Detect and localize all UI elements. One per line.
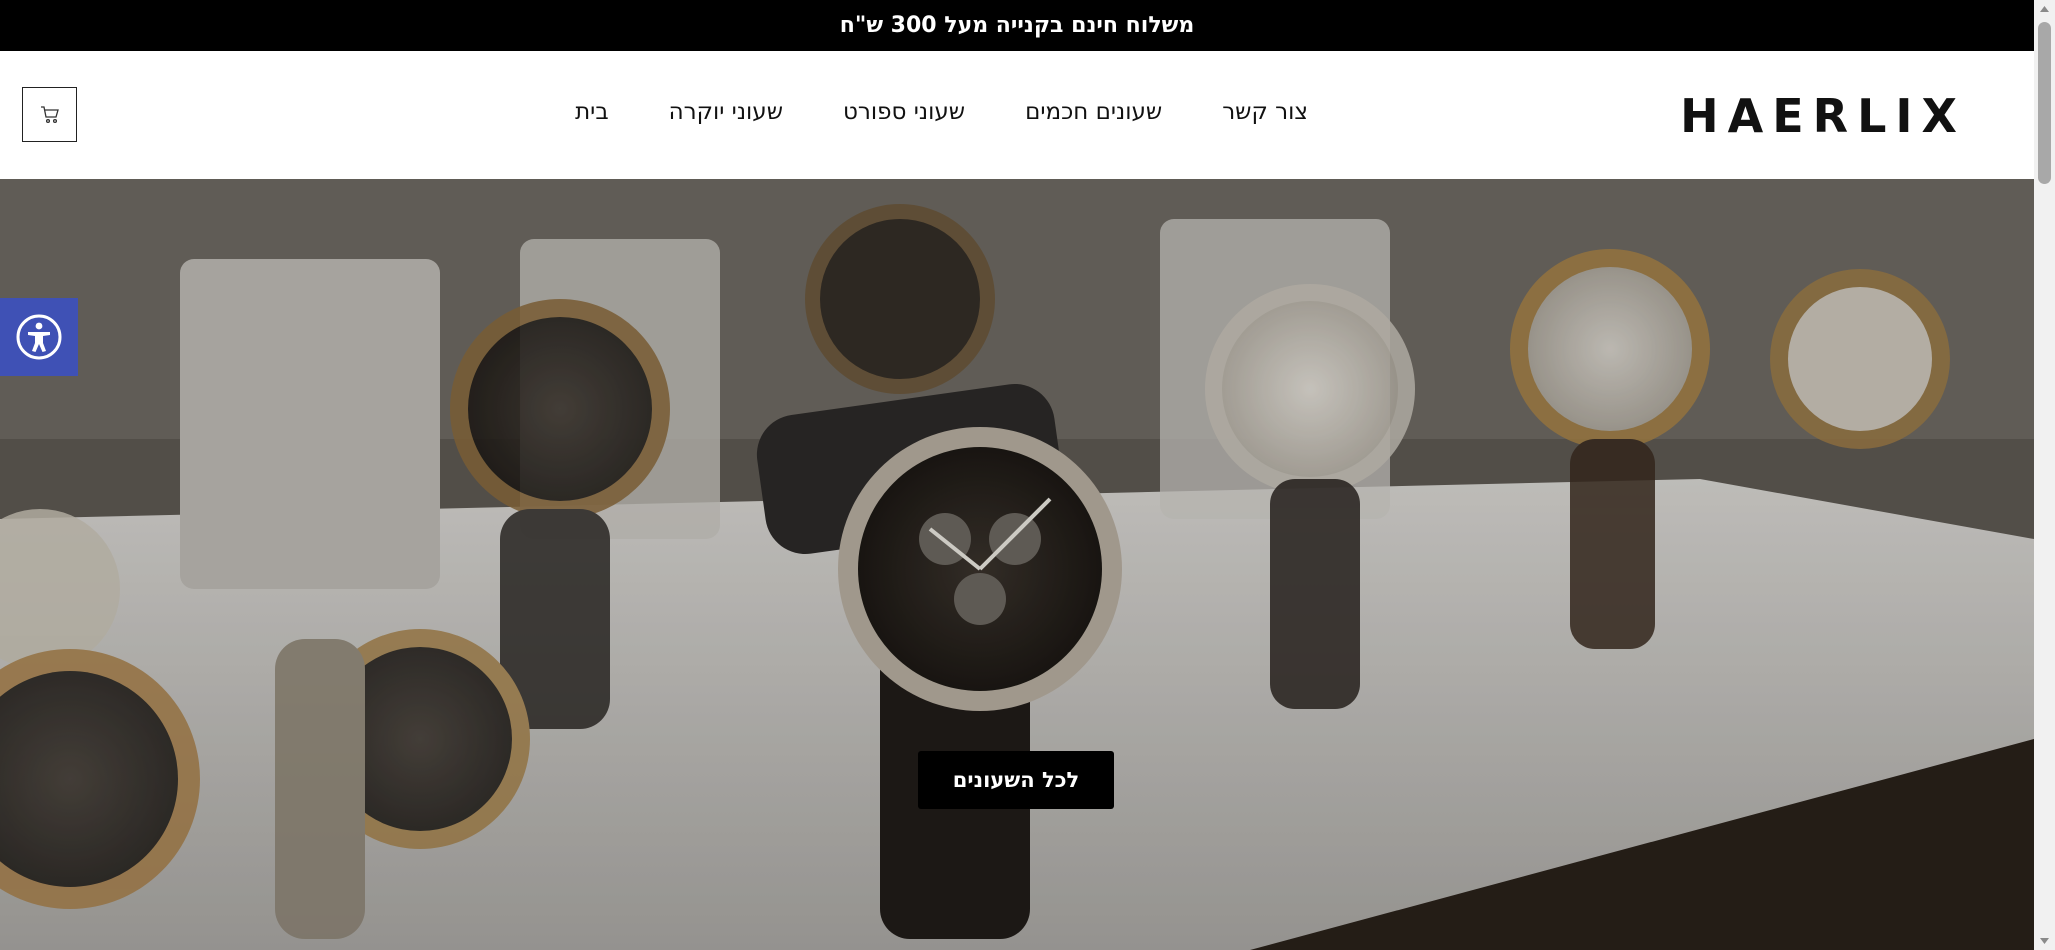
site-logo[interactable]: HAERLIX (1680, 89, 1966, 143)
nav-item-smart-watches[interactable]: שעונים חכמים (1025, 99, 1162, 125)
all-watches-button[interactable]: לכל השעונים (918, 751, 1114, 809)
nav-item-sport-watches[interactable]: שעוני ספורט (843, 99, 965, 125)
vertical-scrollbar[interactable] (2034, 0, 2055, 950)
scrollbar-thumb[interactable] (2038, 22, 2051, 184)
nav-item-home[interactable]: בית (575, 99, 609, 125)
scroll-up-arrow-icon[interactable] (2034, 0, 2055, 18)
hero-banner: לכל השעונים (0, 179, 2034, 950)
nav-item-luxury-watches[interactable]: שעוני יוקרה (669, 99, 783, 125)
main-nav: בית שעוני יוקרה שעוני ספורט שעונים חכמים… (575, 99, 1308, 125)
announcement-bar: משלוח חינם בקנייה מעל 300 ש"ח (0, 0, 2034, 51)
nav-item-contact[interactable]: צור קשר (1222, 99, 1308, 125)
announcement-text: משלוח חינם בקנייה מעל 300 ש"ח (839, 13, 1195, 38)
site-header: HAERLIX בית שעוני יוקרה שעוני ספורט שעונ… (0, 51, 2034, 179)
cart-icon (40, 105, 59, 123)
hero-image (0, 179, 2034, 950)
scroll-down-arrow-icon[interactable] (2034, 932, 2055, 950)
cart-button[interactable] (22, 87, 77, 142)
accessibility-button[interactable] (0, 298, 78, 376)
accessibility-icon (16, 314, 62, 360)
page: משלוח חינם בקנייה מעל 300 ש"ח HAERLIX בי… (0, 0, 2034, 950)
